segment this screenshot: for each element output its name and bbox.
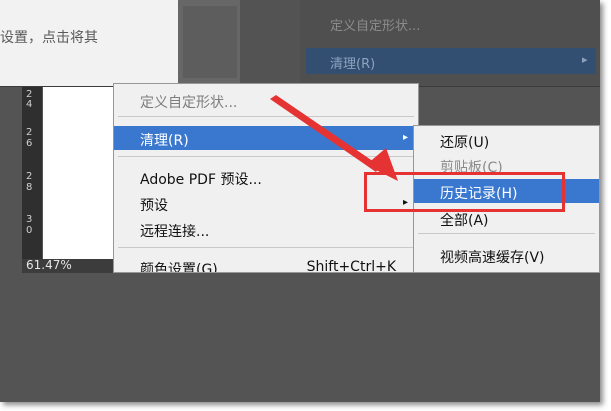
annotation-arrow-icon: [270, 95, 398, 181]
screenshot-frame: 设置，点击将其 定义自定形状... 清理(R) ▸ 2 4 2 6 2 8 3 …: [0, 0, 600, 402]
